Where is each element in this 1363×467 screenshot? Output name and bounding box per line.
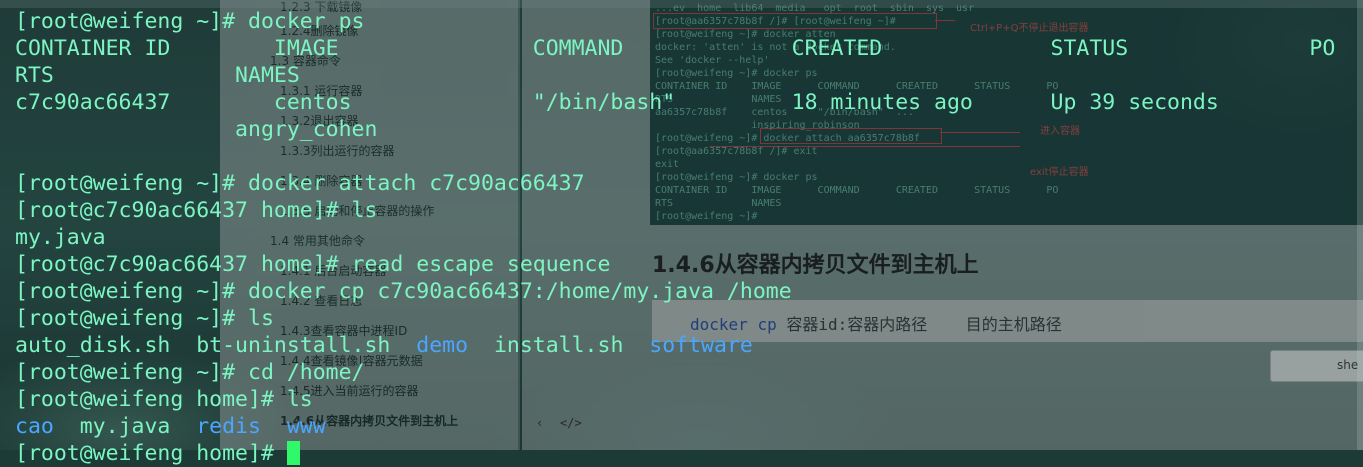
file-entry <box>261 414 287 439</box>
terminal-line-text: [root@weifeng ~]# docker cp c7c90ac66437… <box>15 279 792 304</box>
terminal-line: [root@weifeng ~]# docker attach c7c90ac6… <box>15 170 1335 197</box>
terminal-line: CONTAINER ID IMAGE COMMAND CREATED STATU… <box>15 35 1335 62</box>
terminal-line-text: [root@weifeng ~]# docker attach c7c90ac6… <box>15 171 585 196</box>
file-entry: install.sh <box>468 333 650 358</box>
file-entry: auto_disk.sh bt-uninstall.sh <box>15 333 417 358</box>
directory-entry: software <box>649 333 753 358</box>
terminal-line: [root@weifeng home]# ls <box>15 386 1335 413</box>
terminal-line-text: CONTAINER ID IMAGE COMMAND CREATED STATU… <box>15 36 1336 61</box>
terminal-line-text: [root@weifeng ~]# cd /home/ <box>15 360 365 385</box>
terminal-output[interactable]: [root@weifeng ~]# docker ps CONTAINER ID … <box>15 8 1335 467</box>
terminal-line: auto_disk.sh bt-uninstall.sh demo instal… <box>15 332 1335 359</box>
directory-entry: demo <box>416 333 469 358</box>
terminal-window[interactable]: [root@weifeng ~]# docker ps CONTAINER ID … <box>0 0 1363 466</box>
terminal-line-text: angry_cohen <box>15 117 378 142</box>
terminal-line: RTS NAMES <box>15 62 1335 89</box>
terminal-line-text: c7c90ac66437 centos "/bin/bash" 18 minut… <box>15 90 1219 115</box>
directory-entry: redis <box>196 414 261 439</box>
terminal-line: angry_cohen <box>15 116 1335 143</box>
terminal-line-text: [root@weifeng ~]# ls <box>15 306 274 331</box>
terminal-line: [root@weifeng ~]# docker cp c7c90ac66437… <box>15 278 1335 305</box>
terminal-line: [root@weifeng home]# <box>15 440 1335 467</box>
terminal-line: my.java <box>15 224 1335 251</box>
terminal-line-text: [root@weifeng home]# ls <box>15 387 313 412</box>
terminal-line: [root@weifeng ~]# docker ps <box>15 8 1335 35</box>
terminal-line: cao my.java redis www <box>15 413 1335 440</box>
directory-entry: www <box>286 414 326 439</box>
terminal-scrollbar[interactable] <box>1357 0 1363 450</box>
terminal-line-text: [root@weifeng ~]# docker ps <box>15 9 365 34</box>
terminal-line: [root@c7c90ac66437 home]# ls <box>15 197 1335 224</box>
file-entry: my.java <box>53 414 197 439</box>
terminal-line-text: my.java <box>15 225 106 250</box>
terminal-cursor <box>286 441 300 465</box>
terminal-line: [root@weifeng ~]# ls <box>15 305 1335 332</box>
directory-entry: cao <box>15 414 54 439</box>
terminal-line-text: RTS NAMES <box>15 63 300 88</box>
terminal-line-text: [root@c7c90ac66437 home]# ls <box>15 198 378 223</box>
terminal-line: c7c90ac66437 centos "/bin/bash" 18 minut… <box>15 89 1335 116</box>
terminal-line: [root@c7c90ac66437 home]# read escape se… <box>15 251 1335 278</box>
terminal-line-text: [root@weifeng home]# <box>15 441 287 466</box>
terminal-line: [root@weifeng ~]# cd /home/ <box>15 359 1335 386</box>
terminal-line-text: [root@c7c90ac66437 home]# read escape se… <box>15 252 611 277</box>
terminal-top-edge <box>0 0 1363 8</box>
